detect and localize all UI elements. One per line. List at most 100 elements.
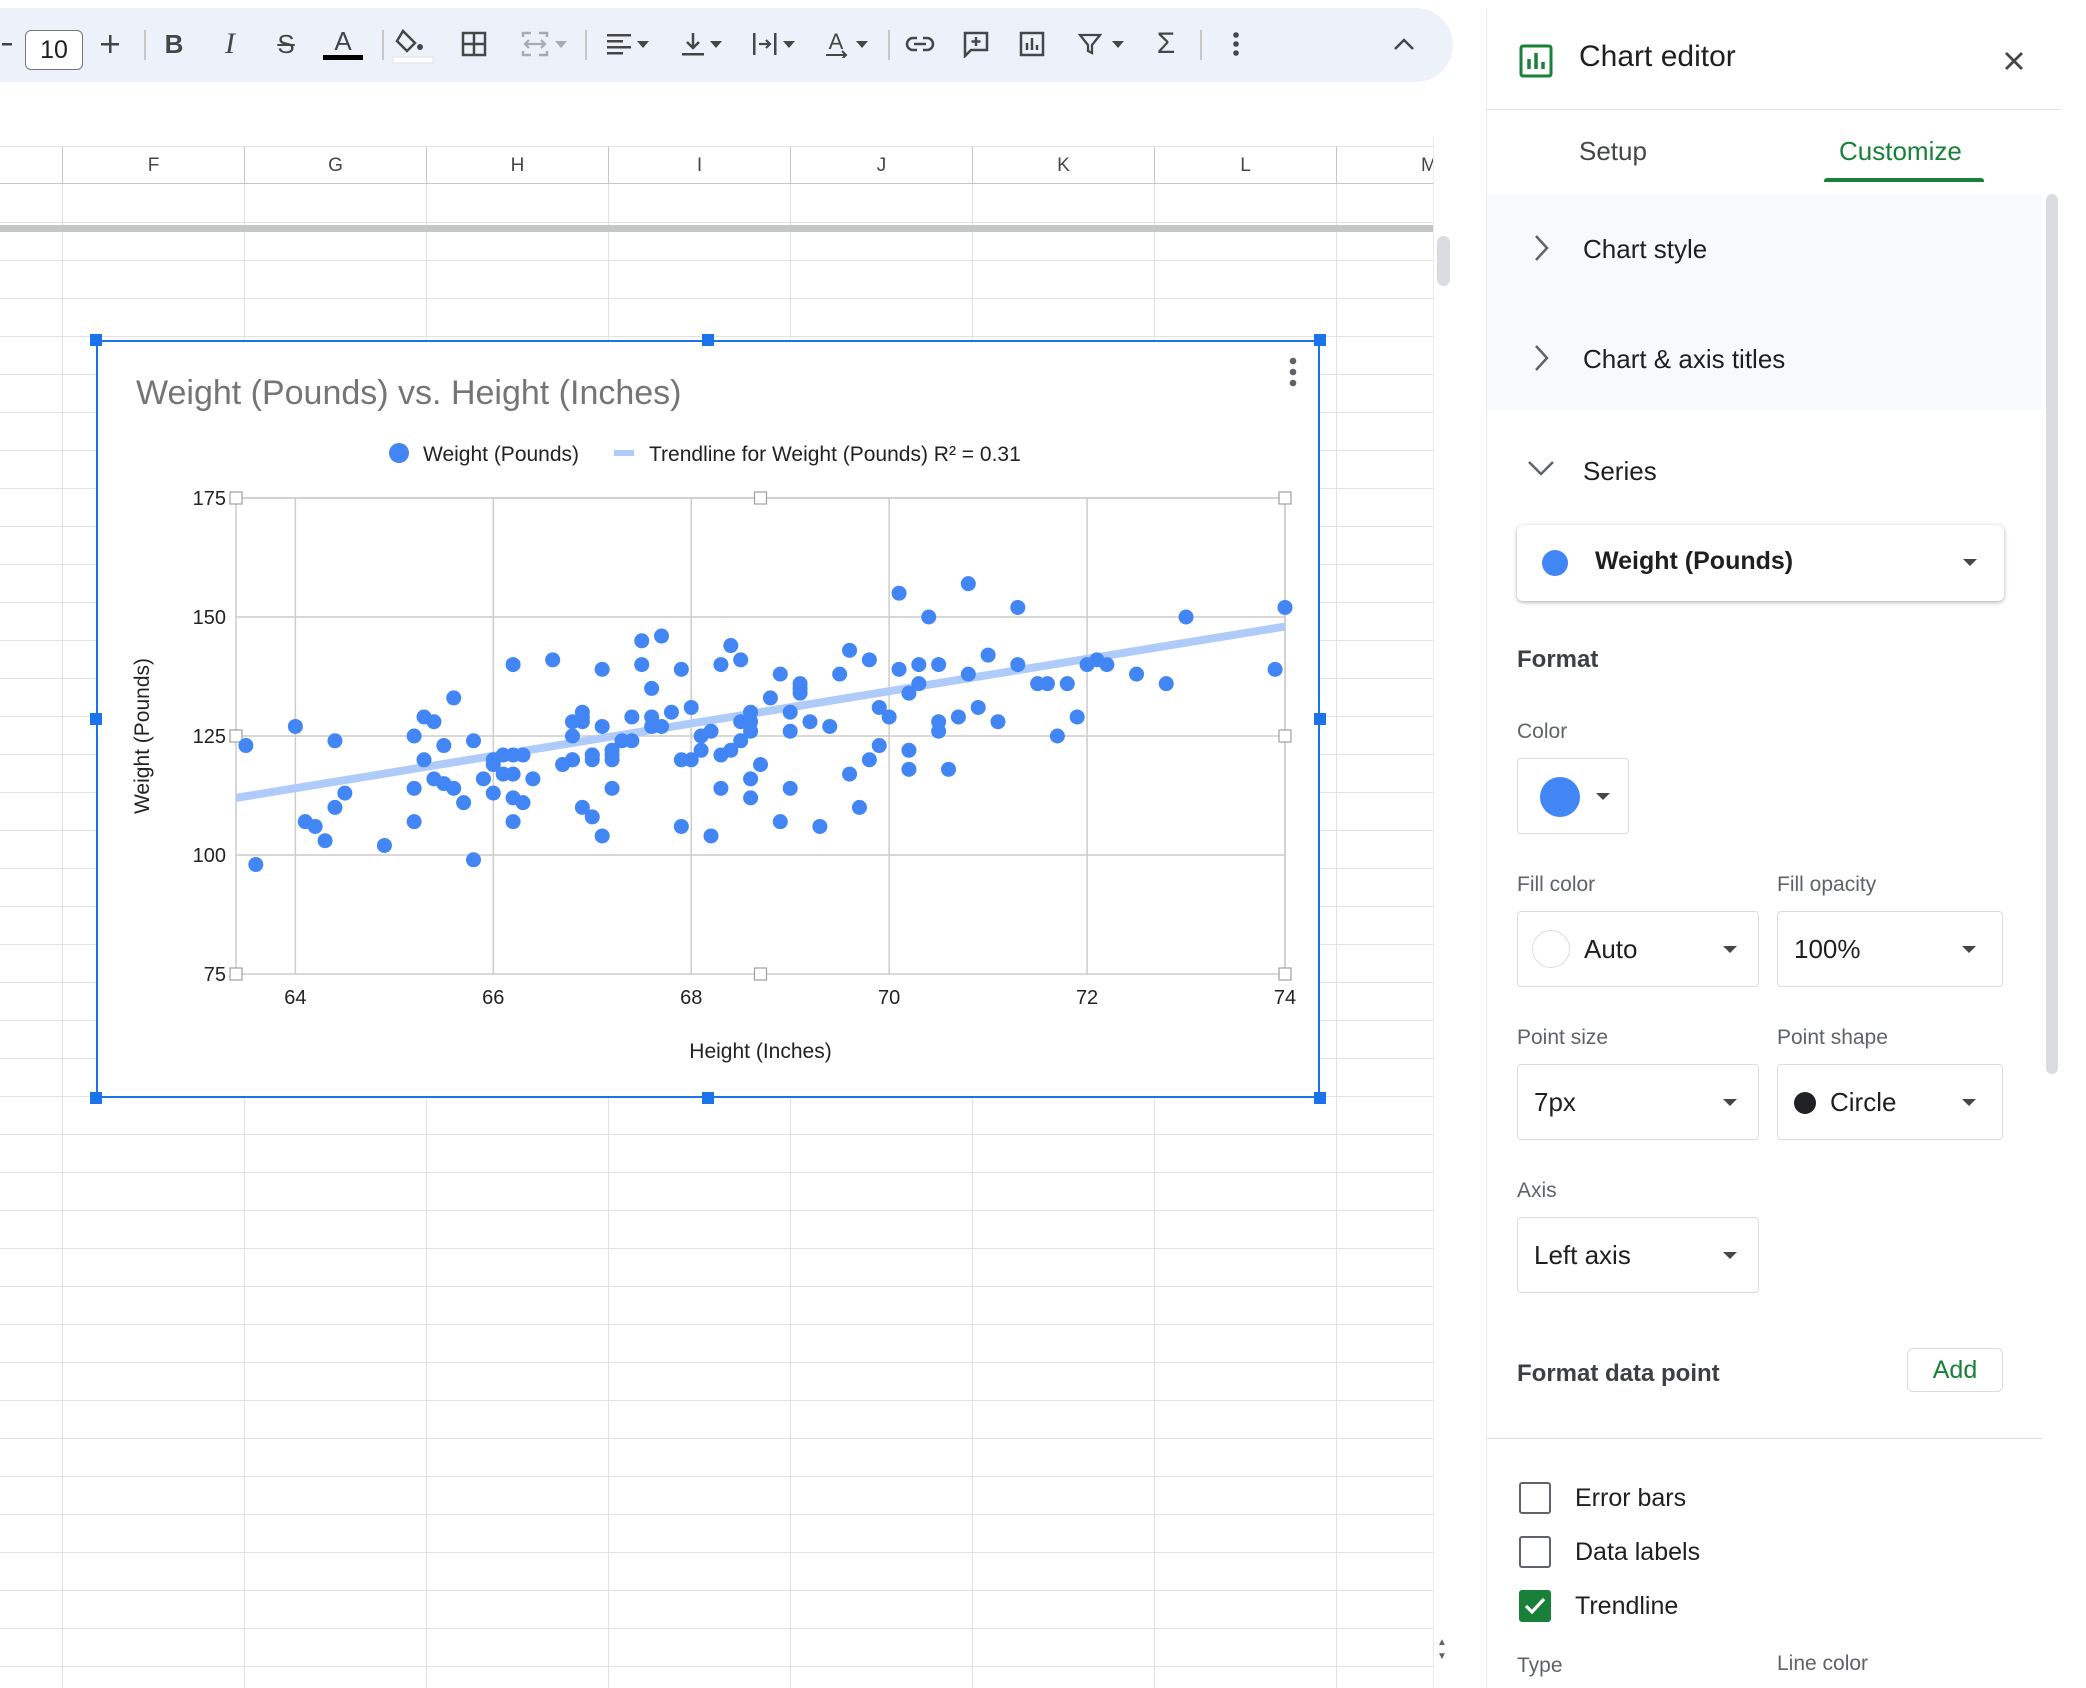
accordion-chart-axis-titles[interactable]: Chart & axis titles [1487,308,2042,408]
column-header[interactable]: F [62,147,244,185]
close-icon[interactable] [1997,44,2031,78]
vertical-align-button[interactable] [672,18,732,70]
svg-text:A: A [334,26,352,56]
more-options-button[interactable] [1218,18,1254,70]
point-size-select[interactable]: 7px [1517,1064,1759,1140]
resize-handle[interactable] [1314,713,1326,725]
series-select[interactable]: Weight (Pounds) [1517,525,2004,601]
data-point [426,714,442,730]
fill-color-button[interactable] [390,18,436,70]
circle-shape-icon [1794,1092,1816,1114]
filter-button[interactable] [1068,18,1134,70]
italic-button[interactable]: I [212,18,248,70]
filter-icon [1078,33,1102,55]
text-rotation-button[interactable]: A [816,18,876,70]
more-vert-icon[interactable] [1288,356,1298,388]
scroll-arrows[interactable]: ▲ ▼ [1437,1636,1449,1676]
separator [382,30,384,60]
increase-font-size-button[interactable] [92,18,128,70]
data-point [891,661,907,677]
separator [144,30,146,60]
functions-button[interactable]: Σ [1148,18,1184,70]
insert-chart-button[interactable] [1012,18,1052,70]
text-color-button[interactable]: A [320,18,366,70]
trendline-checkbox[interactable] [1519,1590,1551,1622]
tab-customize[interactable]: Customize [1839,136,1962,167]
y-tick-label: 175 [193,488,226,510]
tab-setup[interactable]: Setup [1579,136,1647,167]
strikethrough-icon: S [277,28,295,59]
insert-comment-button[interactable] [956,18,996,70]
add-data-point-button[interactable]: Add [1907,1348,2003,1392]
checkmark-icon [1524,1597,1546,1615]
legend-trendline-marker [614,450,634,456]
data-point [970,699,986,715]
scatter-chart[interactable]: Weight (Pounds) vs. Height (Inches) Weigh… [96,340,1320,1098]
fill-opacity-select[interactable]: 100% [1777,911,2003,987]
data-point [327,733,343,749]
fill-color-select[interactable]: Auto [1517,911,1759,987]
column-header[interactable]: J [790,147,972,185]
horizontal-align-button[interactable] [598,18,658,70]
column-header[interactable]: H [426,147,608,185]
column-header[interactable]: L [1154,147,1336,185]
merge-cells-button[interactable] [512,18,576,70]
point-shape-select[interactable]: Circle [1777,1064,2003,1140]
data-point [416,752,432,768]
format-heading: Format [1517,646,1599,673]
chevron-down-icon [637,40,649,48]
decrease-font-size-button[interactable] [0,18,14,70]
resize-handle[interactable] [702,334,714,346]
column-header[interactable]: I [608,147,790,185]
grid-row-line [0,1666,1436,1667]
plot-area-handle [753,967,768,981]
data-labels-label: Data labels [1575,1538,1701,1566]
fill-color-icon [392,28,434,64]
plus-icon [101,35,119,53]
accordion-chart-style[interactable]: Chart style [1487,198,2042,298]
resize-handle[interactable] [1314,1092,1326,1104]
borders-button[interactable] [456,18,492,70]
data-point [762,690,778,706]
resize-handle[interactable] [1314,334,1326,346]
chevron-down-icon [1112,40,1124,48]
fill-color-label: Fill color [1517,873,1596,896]
grid-column-line [62,184,63,1688]
merge-cells-icon [521,31,549,57]
resize-handle[interactable] [702,1092,714,1104]
data-point [911,676,927,692]
column-header[interactable]: M [1336,147,1436,185]
scrollbar-thumb[interactable] [1437,236,1450,286]
strikethrough-button[interactable]: S [268,18,304,70]
data-point [832,666,848,682]
plot-area-handle [1278,967,1292,981]
resize-handle[interactable] [90,713,102,725]
vertical-scrollbar[interactable] [1433,136,1453,1688]
data-point [1277,599,1293,615]
axis-select[interactable]: Left axis [1517,1217,1759,1293]
data-point [673,661,689,677]
resize-handle[interactable] [90,1092,102,1104]
bold-button[interactable]: B [156,18,192,70]
frozen-row-divider[interactable] [0,225,1436,232]
data-point [564,728,580,744]
resize-handle[interactable] [90,334,102,346]
grid-row-line [0,1476,1436,1477]
column-header[interactable]: G [244,147,426,185]
column-header[interactable]: K [972,147,1154,185]
font-size-input[interactable]: 10 [25,30,83,70]
accordion-series[interactable]: Series [1487,420,2042,520]
auto-color-swatch [1532,930,1570,968]
collapse-toolbar-button[interactable] [1386,18,1422,70]
panel-scrollbar-thumb[interactable] [2046,194,2058,1074]
insert-link-button[interactable] [900,18,940,70]
grid-row-line [0,298,1436,299]
dropdown-arrow-icon [1963,559,1977,566]
data-labels-checkbox[interactable] [1519,1536,1551,1568]
color-picker[interactable] [1517,758,1629,834]
grid-row-line [0,1590,1436,1591]
series-color-swatch [1542,550,1568,576]
error-bars-checkbox[interactable] [1519,1482,1551,1514]
dropdown-arrow-icon [1723,1099,1737,1106]
text-wrap-button[interactable] [744,18,804,70]
